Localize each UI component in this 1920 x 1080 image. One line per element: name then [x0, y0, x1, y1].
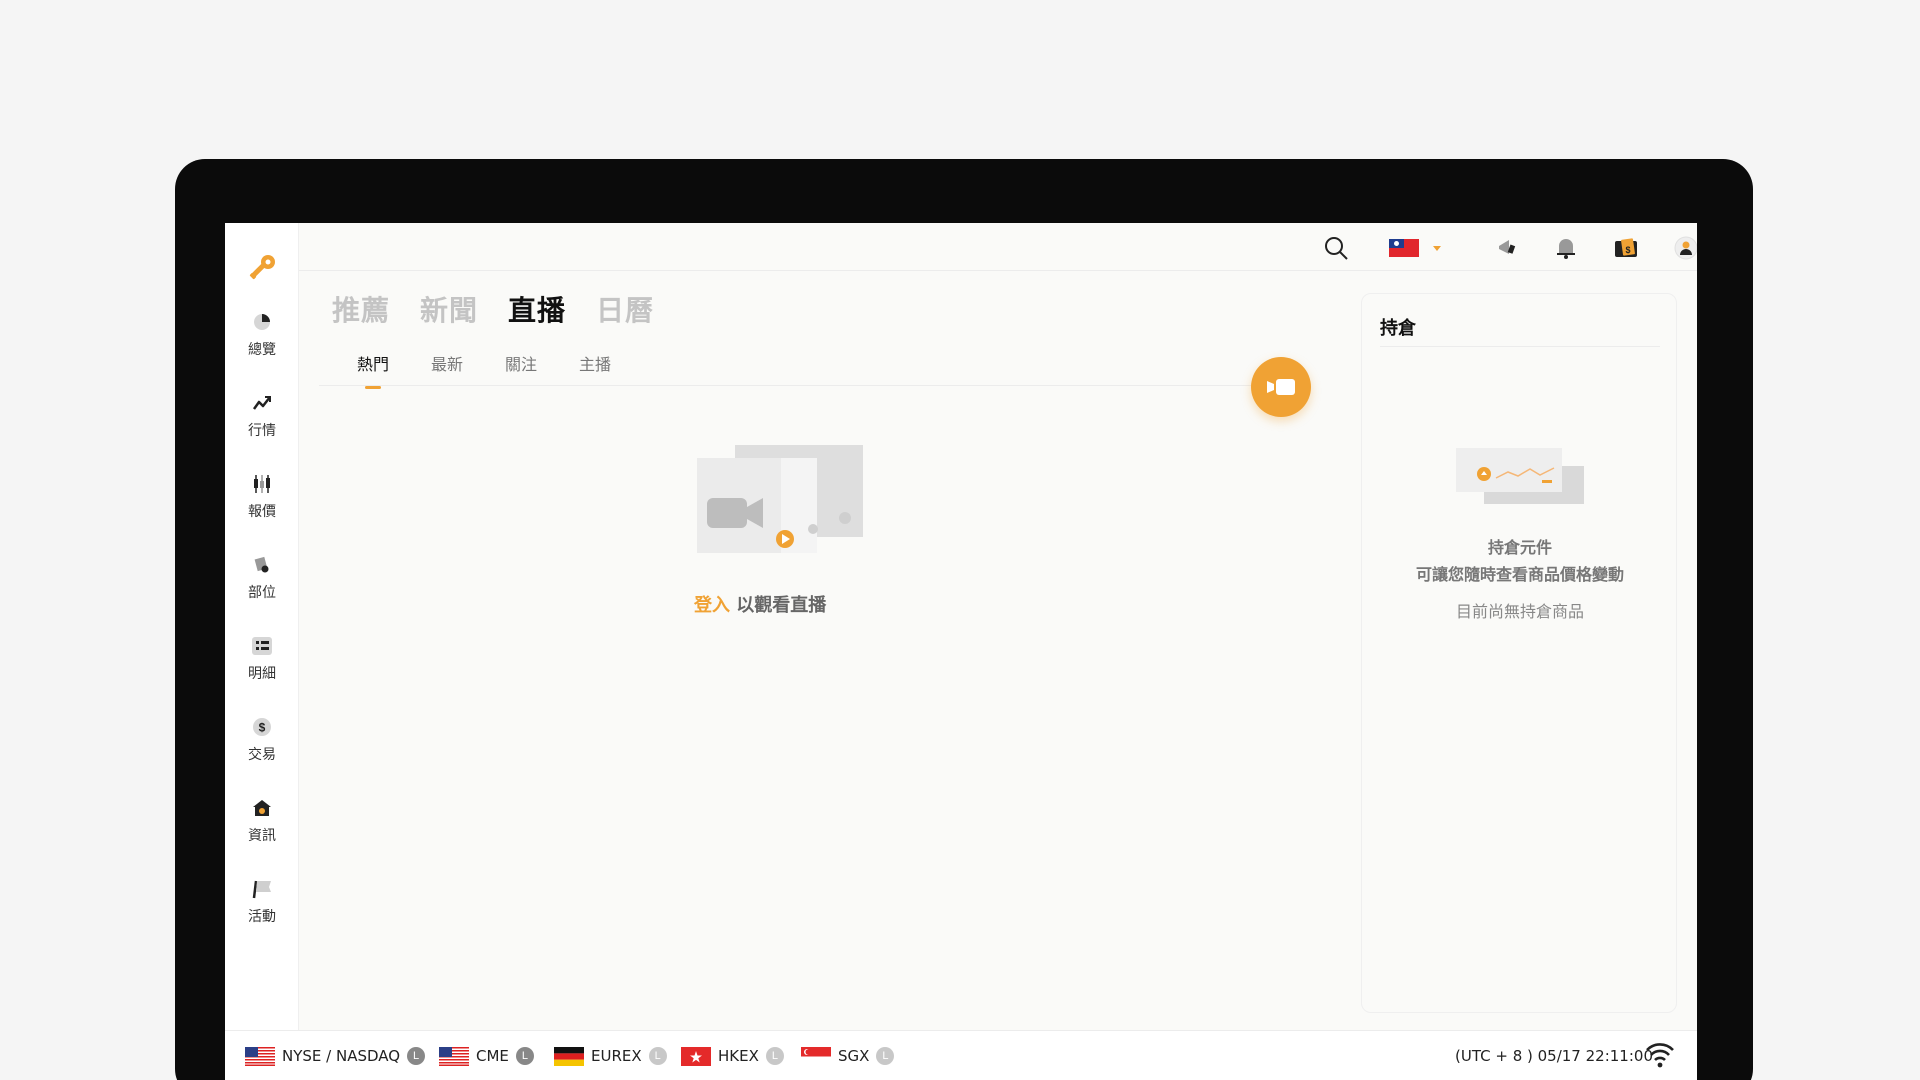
subtab-latest[interactable]: 最新 — [431, 351, 463, 385]
singapore-flag-icon — [801, 1046, 831, 1066]
tab-recommended[interactable]: 推薦 — [332, 289, 390, 329]
subtab-following[interactable]: 關注 — [505, 351, 537, 385]
sidebar-item-label: 總覽 — [248, 342, 276, 358]
sidebar-item-label: 明細 — [248, 666, 276, 682]
sidebar-item-details[interactable]: 明細 — [225, 635, 299, 695]
tab-calendar[interactable]: 日曆 — [596, 289, 654, 329]
sidebar-item-trade[interactable]: $ 交易 — [225, 716, 299, 776]
sidebar-item-overview[interactable]: 總覽 — [225, 311, 299, 371]
utc-clock: (UTC + 8 ) 05/17 22:11:00 — [1455, 1047, 1653, 1065]
sidebar-item-market[interactable]: 行情 — [225, 392, 299, 452]
sidebar-item-label: 行情 — [248, 423, 276, 439]
dollar-coin-icon: $ — [251, 716, 273, 738]
subtab-hot[interactable]: 熱門 — [357, 351, 389, 389]
login-link[interactable]: 登入 — [694, 595, 730, 616]
market-status-badge: L — [765, 1047, 784, 1065]
svg-text:$: $ — [1625, 245, 1630, 255]
sidebar-item-info[interactable]: 資訊 — [225, 797, 299, 857]
login-prompt-text: 以觀看直播 — [730, 595, 827, 616]
germany-flag-icon — [554, 1046, 584, 1066]
flag-icon — [251, 878, 273, 900]
trend-chart-icon — [251, 392, 273, 414]
sidebar-item-label: 報價 — [248, 504, 276, 520]
top-header: $ — [299, 223, 1697, 271]
position-tag-icon — [251, 554, 273, 576]
panel-description: 可讓您隨時查看商品價格變動 — [1415, 565, 1624, 584]
search-icon[interactable] — [1323, 235, 1349, 261]
sidebar-item-label: 部位 — [248, 585, 276, 601]
language-selector[interactable] — [1389, 235, 1441, 261]
exchange-name: EUREX — [591, 1047, 642, 1065]
empty-live-illustration — [697, 445, 863, 553]
tab-news[interactable]: 新聞 — [420, 289, 478, 329]
exchange-nyse-nasdaq[interactable]: NYSE / NASDAQ L — [245, 1045, 426, 1067]
sidebar-item-events[interactable]: 活動 — [225, 878, 299, 938]
positions-panel: 持倉 持倉元件 可讓您隨時查看商品價格變動 目前尚無持倉商品 — [1361, 293, 1677, 1013]
svg-text:$: $ — [259, 721, 266, 735]
market-status-badge: L — [648, 1047, 667, 1065]
taiwan-flag-icon — [1389, 239, 1441, 257]
bell-icon[interactable] — [1553, 235, 1579, 261]
announcement-icon[interactable] — [1494, 235, 1520, 261]
video-camera-icon — [1267, 379, 1295, 395]
app-screen: 總覽 行情 報價 部位 明細 $ 交易 資訊 活動 $ 推薦 新聞 直播 日曆 … — [225, 223, 1697, 1080]
panel-heading: 持倉元件 — [1487, 538, 1552, 557]
sub-tabs: 熱門 最新 關注 主播 — [357, 351, 611, 389]
market-status-bar: NYSE / NASDAQ L CME L EUREX L HKEX L SGX… — [225, 1030, 1697, 1080]
sidebar-item-label: 活動 — [248, 909, 276, 925]
sidebar-item-label: 交易 — [248, 747, 276, 763]
market-status-badge: L — [515, 1047, 534, 1065]
login-prompt: 登入 以觀看直播 — [694, 591, 826, 617]
exchange-name: NYSE / NASDAQ — [282, 1047, 401, 1065]
sidebar-item-label: 資訊 — [248, 828, 276, 844]
exchange-name: CME — [476, 1047, 509, 1065]
sidebar: 總覽 行情 報價 部位 明細 $ 交易 資訊 活動 — [225, 223, 299, 1030]
list-detail-icon — [251, 635, 273, 657]
wallet-icon[interactable]: $ — [1613, 235, 1639, 261]
sub-tabs-divider — [319, 385, 1259, 386]
sidebar-item-positions[interactable]: 部位 — [225, 554, 299, 614]
tab-live[interactable]: 直播 — [508, 289, 566, 329]
pie-chart-icon — [251, 311, 273, 333]
main-tabs: 推薦 新聞 直播 日曆 — [332, 289, 654, 329]
panel-title: 持倉 — [1380, 318, 1416, 339]
exchange-name: HKEX — [718, 1047, 759, 1065]
us-flag-icon — [245, 1046, 275, 1066]
candlestick-icon — [251, 473, 273, 495]
panel-divider — [1380, 346, 1660, 347]
market-status-badge: L — [407, 1047, 426, 1065]
info-house-icon — [251, 797, 273, 819]
exchange-sgx[interactable]: SGX L — [801, 1045, 895, 1067]
exchange-cme[interactable]: CME L — [439, 1045, 534, 1067]
start-live-button[interactable] — [1251, 357, 1311, 417]
sidebar-item-quotes[interactable]: 報價 — [225, 473, 299, 533]
key-logo-icon[interactable] — [245, 251, 279, 285]
market-status-badge: L — [876, 1047, 895, 1065]
hong-kong-flag-icon — [681, 1046, 711, 1066]
exchange-eurex[interactable]: EUREX L — [554, 1045, 667, 1067]
exchange-hkex[interactable]: HKEX L — [681, 1045, 784, 1067]
avatar-icon[interactable] — [1673, 235, 1697, 261]
panel-empty-state: 目前尚無持倉商品 — [1455, 602, 1584, 621]
us-flag-icon — [439, 1046, 469, 1066]
exchange-name: SGX — [838, 1047, 870, 1065]
wifi-icon — [1646, 1043, 1674, 1068]
subtab-streamers[interactable]: 主播 — [579, 351, 611, 385]
positions-illustration — [1456, 448, 1584, 504]
